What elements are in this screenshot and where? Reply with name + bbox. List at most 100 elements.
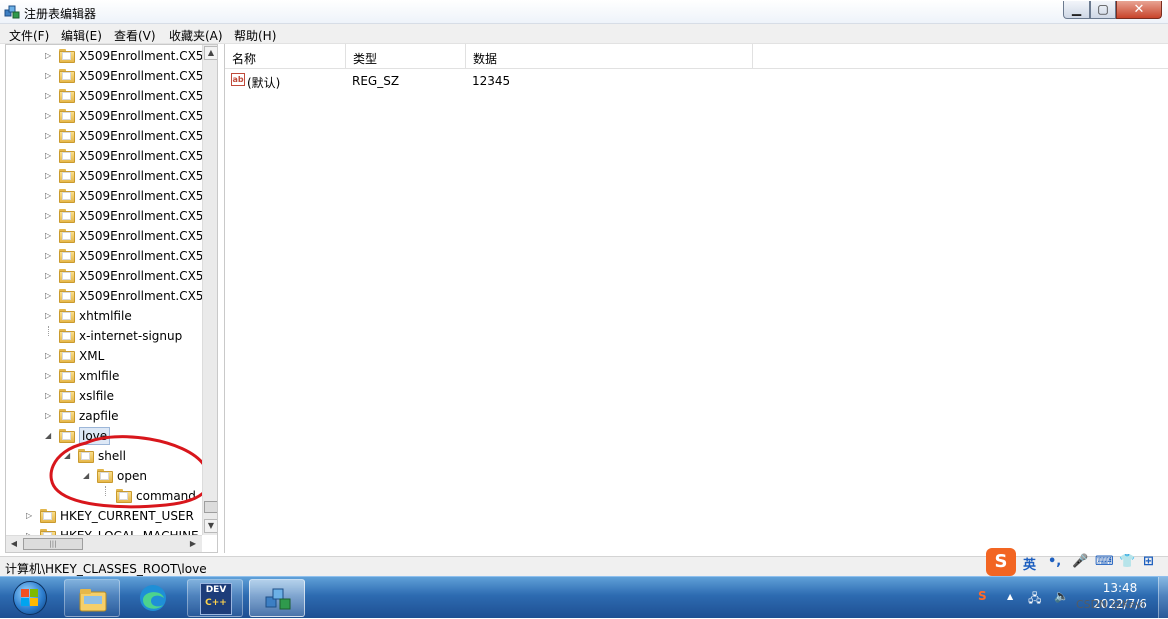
tree-item[interactable]: ▷ X509Enrollment.CX50 <box>6 206 211 226</box>
expand-arrow-icon[interactable]: ▷ <box>45 231 51 240</box>
expand-arrow-icon[interactable]: ▷ <box>45 131 51 140</box>
expand-arrow-icon[interactable]: ▷ <box>45 51 51 60</box>
sogou-logo-icon[interactable]: S <box>986 548 1016 576</box>
tree-item[interactable]: ▷ X509Enrollment.CX50 <box>6 266 211 286</box>
scroll-down-arrow-icon[interactable]: ▼ <box>204 519 217 533</box>
tree-item[interactable]: ▷ zapfile <box>6 406 202 426</box>
menu-favorites[interactable]: 收藏夹(A) <box>169 27 223 44</box>
tree-item-label: xslfile <box>79 389 114 403</box>
regedit-taskbar-icon <box>265 588 291 610</box>
start-button[interactable] <box>4 578 56 618</box>
folder-icon <box>59 309 75 323</box>
tree-item[interactable]: ▷ XML <box>6 346 202 366</box>
tree-item[interactable]: ▷ X509Enrollment.CX50 <box>6 286 211 306</box>
string-value-icon: ab <box>231 73 245 86</box>
folder-icon <box>59 129 75 143</box>
tree-item-label: X509Enrollment.CX50 <box>79 269 212 283</box>
ime-punctuation-icon[interactable]: •, <box>1048 554 1061 569</box>
tree-vertical-scrollbar[interactable]: ▲ ▼ <box>202 45 217 535</box>
windows-flag-icon <box>21 589 39 607</box>
scroll-right-arrow-icon[interactable]: ▶ <box>186 537 200 551</box>
tree-horizontal-scrollbar[interactable]: ◀ ||| ▶ <box>6 535 202 552</box>
table-row[interactable]: ab (默认) REG_SZ 12345 <box>225 70 1168 90</box>
values-list[interactable]: 名称 类型 数据 ab (默认) REG_SZ 12345 <box>224 44 1168 553</box>
tree-item[interactable]: ▷ X509Enrollment.CX50 <box>6 246 211 266</box>
expand-arrow-icon[interactable]: ▷ <box>45 391 51 400</box>
column-header-empty <box>753 44 1168 69</box>
scroll-up-arrow-icon[interactable]: ▲ <box>204 46 217 60</box>
folder-icon <box>59 109 75 123</box>
expand-arrow-icon[interactable]: ▷ <box>45 171 51 180</box>
expand-arrow-icon[interactable]: ▷ <box>45 291 51 300</box>
menu-view[interactable]: 查看(V) <box>114 27 156 44</box>
menu-edit[interactable]: 编辑(E) <box>61 27 102 44</box>
expand-arrow-icon[interactable]: ▷ <box>45 351 51 360</box>
taskbar-edge[interactable] <box>125 579 181 617</box>
tree-item[interactable]: ▷ X509Enrollment.CX50 <box>6 226 211 246</box>
skin-icon[interactable]: 👕 <box>1119 554 1135 569</box>
expand-arrow-icon[interactable]: ▷ <box>45 371 51 380</box>
tree-item[interactable]: ▷ X509Enrollment.CX50 <box>6 126 211 146</box>
registry-tree[interactable]: ▷ X509Enrollment.CX50 ▷ X509Enrollment.CX50… <box>5 44 218 553</box>
tree-item-label: X509Enrollment.CX50 <box>79 129 212 143</box>
expand-arrow-icon[interactable]: ▷ <box>26 511 32 520</box>
tree-item[interactable]: ▷ X509Enrollment.CX50 <box>6 186 211 206</box>
expand-arrow-icon[interactable]: ▷ <box>45 311 51 320</box>
taskbar-regedit[interactable] <box>249 579 305 617</box>
ime-toolbar[interactable]: S 英 •, 🎤 ⌨ 👕 ⊞ <box>986 548 1164 576</box>
maximize-button[interactable]: ▢ <box>1090 1 1116 19</box>
value-type: REG_SZ <box>352 74 400 88</box>
sogou-tray-icon[interactable]: S <box>978 589 987 603</box>
folder-icon <box>59 289 75 303</box>
tree-item-label: X509Enrollment.CX50 <box>79 209 212 223</box>
minimize-button[interactable]: ▁ <box>1063 1 1090 19</box>
column-header-type[interactable]: 类型 <box>346 44 466 69</box>
expand-arrow-icon[interactable]: ▷ <box>45 271 51 280</box>
watermark: CSDN @Kevi <box>1076 598 1145 611</box>
expand-arrow-icon[interactable]: ▷ <box>45 91 51 100</box>
tree-item[interactable]: ▷ X509Enrollment.CX50 <box>6 166 211 186</box>
ime-language-toggle[interactable]: 英 <box>1023 554 1036 573</box>
grid-menu-icon[interactable]: ⊞ <box>1143 554 1154 569</box>
tree-item[interactable]: x-internet-signup <box>6 326 202 346</box>
expand-arrow-icon[interactable]: ▷ <box>45 191 51 200</box>
column-header-name[interactable]: 名称 <box>225 44 346 69</box>
tree-item[interactable]: ▷ X509Enrollment.CX50 <box>6 66 211 86</box>
taskbar-explorer[interactable] <box>64 579 120 617</box>
taskbar-devcpp[interactable]: DEV C++ <box>187 579 243 617</box>
column-header-data[interactable]: 数据 <box>466 44 753 69</box>
expand-arrow-icon[interactable]: ▷ <box>45 111 51 120</box>
close-button[interactable]: ✕ <box>1116 1 1162 19</box>
expand-arrow-icon[interactable]: ▷ <box>45 211 51 220</box>
folder-icon <box>59 329 75 343</box>
folder-icon <box>59 349 75 363</box>
scroll-left-arrow-icon[interactable]: ◀ <box>7 537 21 551</box>
folder-icon <box>59 209 75 223</box>
tree-item-label: xmlfile <box>79 369 120 383</box>
tree-item[interactable]: ▷ X509Enrollment.CX50 <box>6 86 211 106</box>
scroll-thumb[interactable] <box>204 501 217 513</box>
tree-item-label: x-internet-signup <box>79 329 183 343</box>
tree-item-label: zapfile <box>79 409 119 423</box>
network-icon[interactable]: 🖧 <box>1028 589 1041 610</box>
expand-arrow-icon[interactable]: ▷ <box>45 411 51 420</box>
hscroll-thumb[interactable]: ||| <box>23 538 83 550</box>
tree-item[interactable]: ▷ X509Enrollment.CX50 <box>6 46 211 66</box>
tree-item-label: XML <box>79 349 105 363</box>
menu-help[interactable]: 帮助(H) <box>234 27 276 44</box>
expand-arrow-icon[interactable]: ▷ <box>45 151 51 160</box>
tree-item[interactable]: ▷ xhtmlfile <box>6 306 202 326</box>
menu-file[interactable]: 文件(F) <box>9 27 49 44</box>
keyboard-icon[interactable]: ⌨ <box>1095 554 1114 569</box>
expand-arrow-icon[interactable]: ▷ <box>45 251 51 260</box>
show-desktop-button[interactable] <box>1158 577 1168 619</box>
folder-icon <box>59 229 75 243</box>
tree-item[interactable]: ▷ X509Enrollment.CX50 <box>6 146 211 166</box>
microphone-icon[interactable]: 🎤 <box>1072 554 1088 569</box>
tree-item[interactable]: ▷ xslfile <box>6 386 202 406</box>
show-hidden-icons[interactable]: ▲ <box>1007 592 1013 601</box>
expand-arrow-icon[interactable]: ▷ <box>45 71 51 80</box>
volume-icon[interactable]: 🔈 <box>1054 589 1069 603</box>
tree-item[interactable]: ▷ X509Enrollment.CX50 <box>6 106 211 126</box>
tree-item[interactable]: ▷ xmlfile <box>6 366 202 386</box>
